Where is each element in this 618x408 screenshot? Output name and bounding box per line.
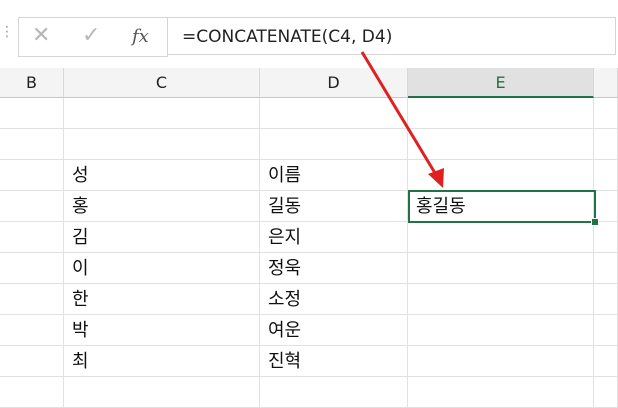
- cell-E[interactable]: [408, 129, 594, 160]
- cell-C[interactable]: 한: [64, 284, 260, 315]
- table-row: [0, 98, 618, 129]
- cell-C[interactable]: 박: [64, 315, 260, 346]
- column-header-F[interactable]: [594, 68, 618, 98]
- cell-D[interactable]: [260, 377, 408, 408]
- cell-F[interactable]: [594, 129, 618, 160]
- cell-B[interactable]: [0, 315, 64, 346]
- cell-B[interactable]: [0, 346, 64, 377]
- cell-B[interactable]: [0, 191, 64, 222]
- cell-E[interactable]: [408, 377, 594, 408]
- cell-E[interactable]: [408, 253, 594, 284]
- cell-F[interactable]: [594, 98, 618, 129]
- table-row: 박 여운: [0, 315, 618, 346]
- cell-D[interactable]: 소정: [260, 284, 408, 315]
- cell-B[interactable]: [0, 160, 64, 191]
- formula-input[interactable]: =CONCATENATE(C4, D4): [168, 17, 616, 55]
- cell-D[interactable]: 여운: [260, 315, 408, 346]
- cell-C[interactable]: 김: [64, 222, 260, 253]
- table-row: 한 소정: [0, 284, 618, 315]
- column-header-C[interactable]: C: [64, 68, 260, 98]
- cell-F[interactable]: [594, 284, 618, 315]
- cell-C[interactable]: [64, 98, 260, 129]
- column-header-B[interactable]: B: [0, 68, 64, 98]
- cell-C[interactable]: [64, 129, 260, 160]
- cell-D[interactable]: [260, 98, 408, 129]
- fill-handle[interactable]: [591, 218, 599, 226]
- cell-D[interactable]: [260, 129, 408, 160]
- table-row: [0, 377, 618, 408]
- spreadsheet-grid: BCDE 성 이름 홍 길동 홍길동 김 은지 이 정욱 한 소정 박 여운 최 진혁: [0, 68, 618, 408]
- cell-E[interactable]: [408, 98, 594, 129]
- fx-icon[interactable]: fx: [132, 26, 149, 47]
- cell-B[interactable]: [0, 129, 64, 160]
- formula-bar: ⋮ ✕ ✓ fx =CONCATENATE(C4, D4): [0, 0, 618, 69]
- formula-bar-grip[interactable]: ⋮: [0, 24, 14, 40]
- table-row: [0, 129, 618, 160]
- cancel-icon[interactable]: ✕: [32, 23, 50, 49]
- cell-F[interactable]: [594, 253, 618, 284]
- cell-B[interactable]: [0, 98, 64, 129]
- cell-C[interactable]: 최: [64, 346, 260, 377]
- cell-F[interactable]: [594, 160, 618, 191]
- formula-bar-buttons: ✕ ✓ fx: [18, 17, 168, 57]
- cell-D[interactable]: 이름: [260, 160, 408, 191]
- cell-F[interactable]: [594, 346, 618, 377]
- cell-B[interactable]: [0, 377, 64, 408]
- cell-D[interactable]: 진혁: [260, 346, 408, 377]
- cell-E[interactable]: [408, 284, 594, 315]
- cell-F[interactable]: [594, 222, 618, 253]
- cell-F[interactable]: [594, 377, 618, 408]
- cell-B[interactable]: [0, 284, 64, 315]
- column-header-E[interactable]: E: [408, 68, 594, 98]
- cell-B[interactable]: [0, 253, 64, 284]
- table-row: 성 이름: [0, 160, 618, 191]
- cell-F[interactable]: [594, 315, 618, 346]
- enter-icon[interactable]: ✓: [82, 23, 100, 49]
- cell-D[interactable]: 은지: [260, 222, 408, 253]
- table-row: 이 정욱: [0, 253, 618, 284]
- column-header-D[interactable]: D: [260, 68, 408, 98]
- cell-E[interactable]: [408, 160, 594, 191]
- cell-D[interactable]: 정욱: [260, 253, 408, 284]
- cell-E[interactable]: [408, 346, 594, 377]
- cell-C[interactable]: [64, 377, 260, 408]
- cell-C[interactable]: 성: [64, 160, 260, 191]
- cell-E[interactable]: [408, 315, 594, 346]
- cell-C[interactable]: 이: [64, 253, 260, 284]
- cell-C[interactable]: 홍: [64, 191, 260, 222]
- table-row: 최 진혁: [0, 346, 618, 377]
- cell-D[interactable]: 길동: [260, 191, 408, 222]
- selected-cell-E4[interactable]: [408, 190, 596, 223]
- cell-B[interactable]: [0, 222, 64, 253]
- table-row: 김 은지: [0, 222, 618, 253]
- cell-E[interactable]: [408, 222, 594, 253]
